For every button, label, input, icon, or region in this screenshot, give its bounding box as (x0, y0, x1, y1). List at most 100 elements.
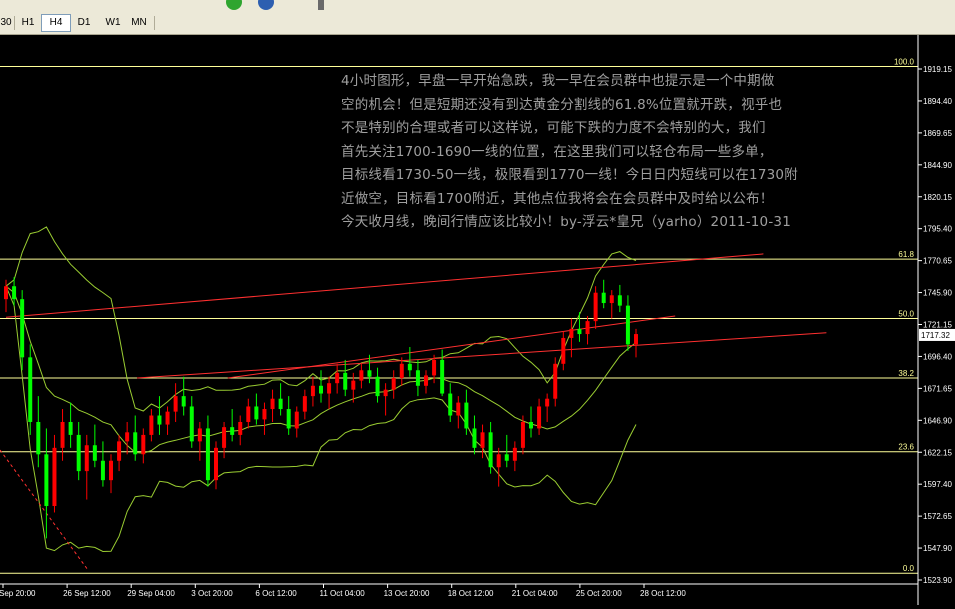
candle-body (464, 402, 469, 429)
price-tick-label: 1597.40 (923, 480, 952, 489)
timeframe-h4[interactable]: H4 (41, 14, 71, 32)
candle-body (20, 299, 25, 358)
new-order-icon[interactable] (226, 0, 242, 10)
candle-body (351, 380, 356, 390)
candle-body (100, 460, 105, 481)
candle-body (375, 376, 380, 397)
candle-body (60, 421, 65, 448)
candle-body (36, 421, 41, 455)
candle-body (601, 292, 606, 304)
price-tick-label: 1547.90 (923, 544, 952, 553)
time-tick-label: 13 Oct 20:00 (384, 589, 430, 598)
candle-body (230, 427, 235, 435)
candle-body (625, 305, 630, 345)
candle-body (529, 421, 533, 429)
fib-level-label: 23.6 (898, 443, 914, 452)
candle-body (117, 441, 122, 461)
candle-body (214, 447, 218, 481)
candle-body (391, 378, 396, 390)
trendline (137, 332, 827, 379)
candle-body (4, 286, 8, 300)
candle-body (173, 396, 178, 412)
fib-level-label: 61.8 (898, 250, 914, 259)
candle-body (76, 434, 81, 472)
current-price-label: 1717.32 (921, 331, 950, 340)
candle-body (504, 454, 509, 461)
time-tick-label: 18 Oct 12:00 (448, 589, 494, 598)
price-tick-label: 1795.40 (923, 225, 952, 234)
candle-body (28, 357, 33, 422)
timeframe-h1[interactable]: H1 (14, 15, 42, 31)
price-tick-label: 1646.90 (923, 416, 952, 425)
help-icon[interactable] (258, 0, 274, 10)
time-tick-label: 26 Sep 12:00 (63, 589, 111, 598)
candle-body (561, 337, 566, 364)
candle-body (302, 396, 307, 412)
candle-body (125, 432, 130, 442)
price-tick-label: 1894.40 (923, 97, 952, 106)
timeframe-w1[interactable]: W1 (99, 15, 127, 31)
candle-body (480, 432, 485, 448)
candle-body (109, 460, 113, 481)
candle-body (84, 445, 89, 472)
time-axis: Sep 20:00 26 Sep 12:00 29 Sep 04:00 3 Oct 2… (0, 583, 918, 598)
candle-body (141, 434, 146, 455)
time-tick-label: 3 Oct 20:00 (191, 589, 233, 598)
candle-body (68, 421, 73, 435)
candle-body (327, 383, 332, 394)
price-tick-label: 1572.65 (923, 512, 952, 521)
candle-body (383, 389, 388, 397)
candle-body (205, 428, 210, 481)
fib-level-label: 50.0 (898, 310, 914, 319)
candle-body (359, 370, 364, 381)
timeframe-separator (154, 16, 155, 30)
candle-body (222, 427, 227, 448)
bollinger-middle-band (5, 285, 637, 454)
candle-body (553, 363, 558, 399)
candle-body (294, 411, 299, 429)
time-tick-label: 25 Oct 20:00 (576, 589, 622, 598)
candle-body (617, 295, 622, 306)
price-tick-label: 1770.65 (923, 257, 952, 266)
time-tick-label: 29 Sep 04:00 (127, 589, 175, 598)
candle-body (246, 406, 251, 422)
analysis-annotation: 4小时图形，早盘一早开始急跌，我一早在会员群中也提示是一个中期做 空的机会！但是… (341, 73, 798, 230)
candle-body (456, 402, 461, 416)
candle-body (286, 409, 291, 429)
candle-body (133, 432, 138, 455)
timeframe-bar: 30 H1 H4 D1 W1 MN (0, 13, 955, 35)
candle-body (569, 328, 574, 338)
candle-body (609, 295, 614, 304)
candle-body (149, 415, 154, 435)
candle-body (189, 406, 194, 442)
candle-body (545, 398, 550, 407)
candle-body (254, 406, 259, 420)
candle-body (432, 359, 437, 376)
candle-body (12, 286, 17, 300)
top-toolbar (0, 0, 955, 14)
timeframe-mn[interactable]: MN (125, 15, 153, 31)
candle-body (399, 363, 404, 379)
candle-body (593, 292, 598, 322)
price-tick-label: 1869.65 (923, 129, 952, 138)
trendline (5, 253, 764, 318)
fib-level-label: 0.0 (903, 564, 915, 573)
candle-body (537, 406, 542, 429)
fib-level-label: 100.0 (894, 57, 915, 66)
candle-body (367, 370, 372, 377)
time-tick-label: 6 Oct 12:00 (255, 589, 297, 598)
toolbar-end-icon (318, 0, 324, 10)
price-tick-label: 1745.90 (923, 289, 952, 298)
candle-body (92, 445, 97, 461)
candle-body (44, 454, 49, 507)
candle-body (415, 370, 420, 386)
candle-body (165, 411, 170, 425)
price-tick-label: 1721.15 (923, 321, 952, 330)
candles (4, 277, 638, 539)
candle-body (310, 385, 315, 397)
timeframe-d1[interactable]: D1 (70, 15, 98, 31)
price-tick-label: 1622.15 (923, 448, 952, 457)
candle-body (577, 328, 582, 335)
candle-body (448, 393, 453, 416)
candle-body (407, 363, 412, 371)
